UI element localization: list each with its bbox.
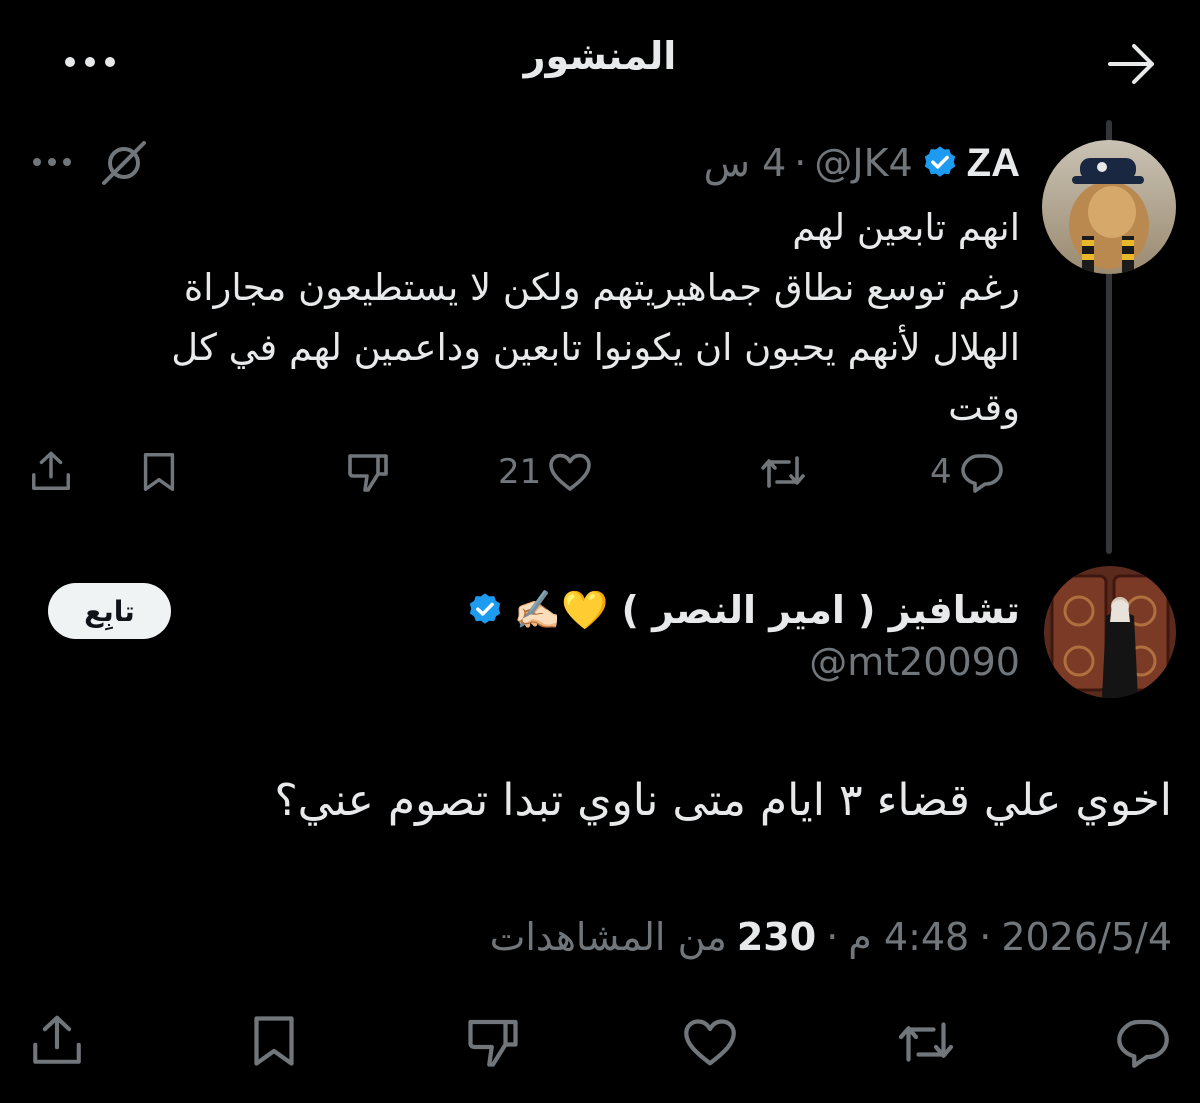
bookmark-button[interactable]: [244, 1010, 304, 1072]
post-clock-time[interactable]: 4:48 م: [848, 915, 969, 959]
share-button[interactable]: [28, 1008, 86, 1072]
reply-count: 4: [930, 452, 952, 492]
author-handle[interactable]: @JK4: [814, 141, 912, 185]
views-label: من المشاهدات: [489, 915, 727, 959]
like-button[interactable]: 21: [498, 448, 595, 496]
repost-button[interactable]: [892, 1012, 960, 1072]
reply-author-handle[interactable]: @mt20090: [809, 640, 1020, 690]
dislike-button[interactable]: [462, 1012, 524, 1072]
heart-icon: [684, 1019, 736, 1066]
share-icon: [32, 451, 70, 490]
repost-button[interactable]: [757, 448, 809, 496]
reply-icon: [1117, 1019, 1169, 1068]
grok-icon: [102, 141, 146, 185]
avatar[interactable]: [1044, 566, 1176, 698]
dislike-button[interactable]: [344, 448, 392, 496]
follow-button[interactable]: تابِع: [48, 583, 171, 639]
reply-button[interactable]: [1112, 1012, 1174, 1072]
bookmark-icon: [143, 453, 175, 491]
meta-separator: ·: [794, 141, 807, 185]
post-time[interactable]: 4 س: [704, 141, 787, 185]
reply-author: تشافيز ( امير النصر ) 💛✍🏻: [466, 580, 1020, 640]
avatar[interactable]: [1042, 140, 1176, 274]
reply-icon: [960, 454, 1003, 493]
bookmark-icon: [254, 1016, 294, 1066]
stamp-separator: ·: [826, 915, 839, 959]
author-name[interactable]: ZA: [967, 141, 1020, 186]
page-title: المنشور: [523, 34, 677, 78]
tweet-text-line: رغم توسع نطاق جماهيريتهم ولكن لا يستطيعو…: [183, 266, 1020, 309]
like-count: 21: [498, 452, 542, 492]
tweet-text-line: الهلال لأنهم يحبون ان يكونوا تابعين وداع…: [171, 326, 1020, 369]
bookmark-button[interactable]: [136, 448, 182, 496]
tweet-meta: ZA @JK4 · 4 س: [704, 138, 1020, 188]
post-date[interactable]: 2026/5/4: [1001, 915, 1172, 959]
heart-icon: [549, 453, 592, 491]
post-timestamp: 2026/5/4 · 4:48 م · 230 من المشاهدات: [490, 915, 1172, 959]
back-button[interactable]: [1106, 38, 1158, 90]
tweet-more-button[interactable]: [32, 152, 72, 172]
verified-badge-icon: [924, 146, 955, 177]
reply-author-name[interactable]: تشافيز ( امير النصر ) 💛✍🏻: [514, 588, 1020, 633]
avatar-lion-image: [1042, 140, 1176, 274]
share-icon: [33, 1015, 81, 1064]
views-count[interactable]: 230: [737, 915, 816, 959]
like-button[interactable]: [678, 1012, 742, 1072]
thumbs-down-icon: [468, 1019, 518, 1067]
stamp-separator: ·: [979, 915, 992, 959]
reply-button[interactable]: 4: [930, 448, 1006, 496]
tweet-text: انهم تابعين لهم رغم توسع نطاق جماهيريتهم…: [80, 198, 1020, 438]
share-button[interactable]: [28, 446, 74, 496]
verified-badge-icon: [469, 593, 500, 624]
repost-icon: [898, 1022, 954, 1062]
tweet-text-line: وقت: [948, 386, 1020, 429]
reply-text: اخوي علي قضاء ٣ ايام متى ناوي تبدا تصوم …: [274, 775, 1172, 826]
arrow-right-icon: [1108, 44, 1154, 84]
repost-icon: [761, 456, 805, 488]
tweet-text-line: انهم تابعين لهم: [792, 206, 1020, 249]
more-horizontal-icon: [33, 158, 71, 166]
avatar-door-image: [1044, 566, 1176, 698]
thumbs-down-icon: [348, 454, 388, 492]
grok-button[interactable]: [100, 139, 148, 187]
